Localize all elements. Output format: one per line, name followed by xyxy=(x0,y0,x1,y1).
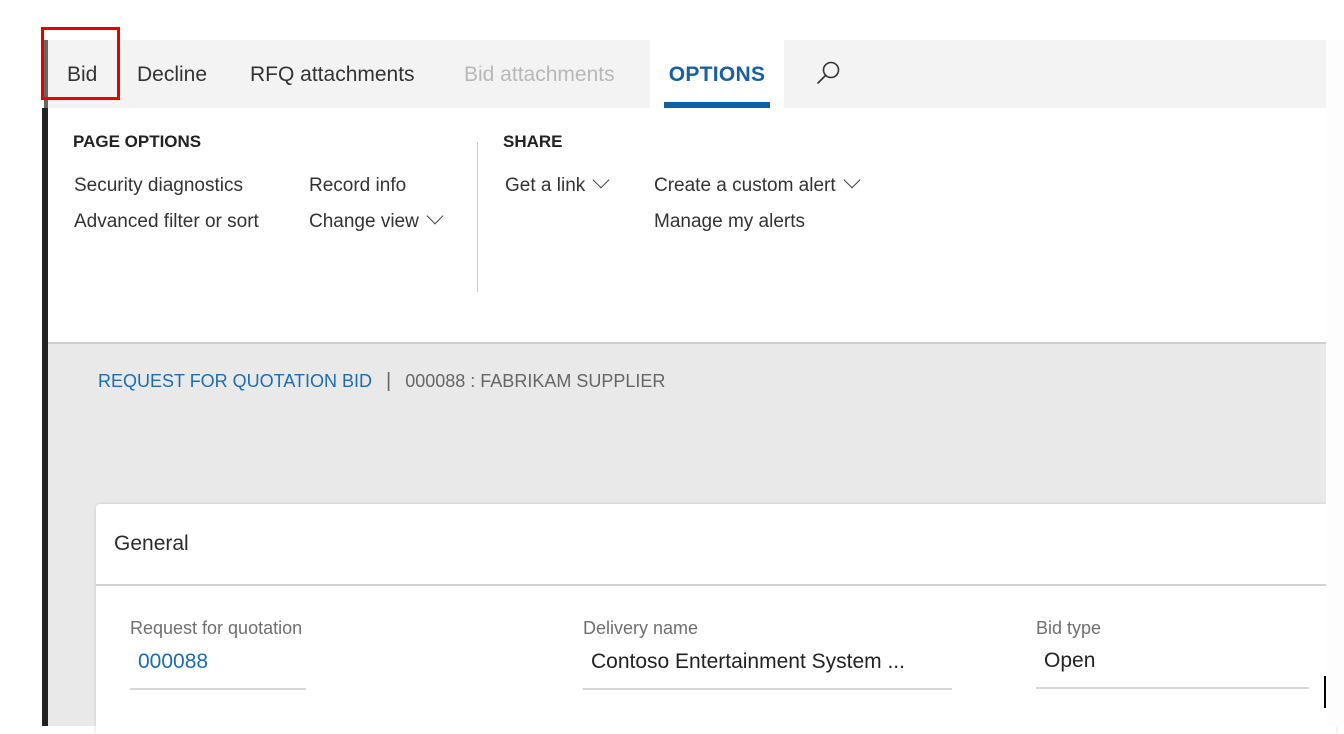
security-diagnostics-button[interactable]: Security diagnostics xyxy=(74,175,243,197)
change-view-label: Change view xyxy=(309,211,419,232)
tab-bid-attachments: Bid attachments xyxy=(464,63,615,86)
breadcrumb-current: 000088 : FABRIKAM SUPPLIER xyxy=(405,371,666,391)
chevron-down-icon xyxy=(426,207,444,225)
tab-options-label: OPTIONS xyxy=(668,63,766,86)
right-edge xyxy=(1326,40,1344,726)
action-pane: Bid Decline RFQ attachments Bid attachme… xyxy=(48,40,1326,108)
breadcrumb: REQUEST FOR QUOTATION BID | 000088 : FABRI… xyxy=(98,370,665,393)
create-custom-alert-button[interactable]: Create a custom alert xyxy=(654,171,861,197)
bid-type-label: Bid type xyxy=(1036,618,1102,638)
general-fasttab-header[interactable]: General xyxy=(114,532,189,556)
delivery-name-label: Delivery name xyxy=(583,618,699,638)
chevron-down-icon xyxy=(843,171,861,189)
breadcrumb-separator: | xyxy=(386,370,392,392)
share-title: SHARE xyxy=(503,132,563,151)
breadcrumb-link[interactable]: REQUEST FOR QUOTATION BID xyxy=(98,371,372,391)
tab-bid[interactable]: Bid xyxy=(67,40,97,108)
general-fasttab: General Request for quotation 000088 Del… xyxy=(96,504,1336,734)
get-a-link-button[interactable]: Get a link xyxy=(505,171,610,197)
tab-options[interactable]: OPTIONS xyxy=(650,40,784,108)
tab-rfq-attachments[interactable]: RFQ attachments xyxy=(250,40,415,108)
change-view-button[interactable]: Change view xyxy=(309,207,444,233)
bid-type-field[interactable]: Open xyxy=(1036,649,1309,689)
page-content: REQUEST FOR QUOTATION BID | 000088 : FABRI… xyxy=(48,344,1336,734)
delivery-name-field[interactable]: Contoso Entertainment System ... xyxy=(583,650,952,690)
text-cursor xyxy=(1324,676,1326,708)
get-a-link-label: Get a link xyxy=(505,175,586,196)
group-divider xyxy=(477,142,478,292)
options-panel: PAGE OPTIONS Security diagnostics Record… xyxy=(48,108,1326,344)
rfq-field[interactable]: 000088 xyxy=(130,650,306,690)
manage-my-alerts-button[interactable]: Manage my alerts xyxy=(654,211,805,233)
card-divider xyxy=(96,584,1336,586)
page-options-title: PAGE OPTIONS xyxy=(73,132,202,151)
tab-decline[interactable]: Decline xyxy=(137,40,207,108)
record-info-button[interactable]: Record info xyxy=(309,175,406,197)
search-icon[interactable] xyxy=(814,58,844,88)
create-custom-alert-label: Create a custom alert xyxy=(654,175,836,196)
chevron-down-icon xyxy=(592,171,610,189)
advanced-filter-button[interactable]: Advanced filter or sort xyxy=(74,211,259,233)
rfq-field-label: Request for quotation xyxy=(130,618,303,638)
